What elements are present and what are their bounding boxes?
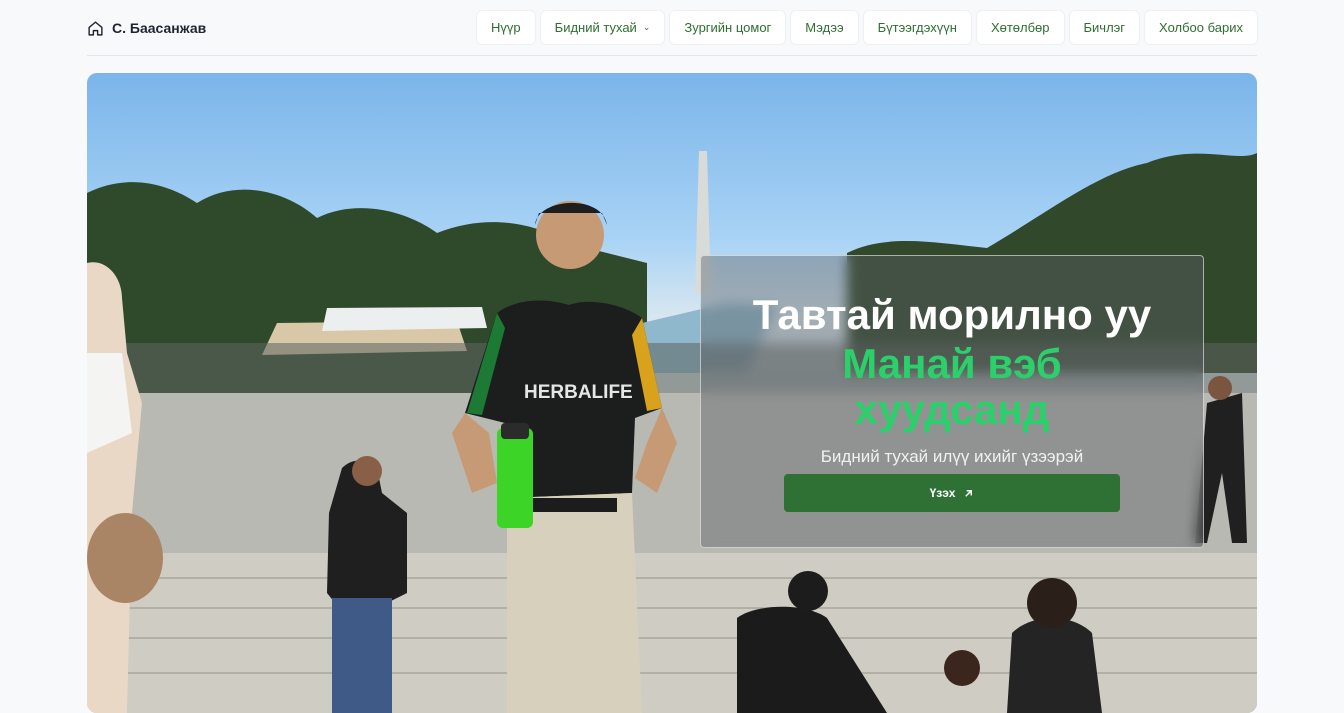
nav-item-home[interactable]: Нүүр [477,11,535,44]
nav-item-contact[interactable]: Холбоо барих [1145,11,1257,44]
shirt-print: HERBALIFE [524,382,633,403]
nav-label: Бидний тухай [555,20,637,35]
nav-item-about[interactable]: Бидний тухай ⌄ [541,11,665,44]
handbag [87,513,163,603]
welcome-title: Тавтай морилно уу [701,291,1203,339]
nav-item-program[interactable]: Хөтөлбөр [977,11,1064,44]
welcome-subtitle: Бидний тухай илүү ихийг үзээрэй [701,447,1203,467]
brand-name: С. Баасанжав [112,20,206,36]
nav-item-gallery[interactable]: Зургийн цомог [670,11,785,44]
seated-person-head [788,571,828,611]
nav-item-products[interactable]: Бүтээгдэхүүн [864,11,971,44]
man-head [352,456,382,486]
nav-label: Бичлэг [1084,20,1126,35]
arrow-up-right-icon [963,488,974,499]
site-header: С. Баасанжав Нүүр Бидний тухай ⌄ Зургийн … [87,0,1257,56]
nav-label: Мэдээ [805,20,843,35]
home-icon [87,20,104,37]
nav-label: Зургийн цомог [684,20,771,35]
hero-banner: HERBALIFE Тавтай морилно уу Манай вэб ху… [87,73,1257,713]
water-bottle [497,428,533,528]
child-head [944,650,980,686]
bottle-cap [501,423,529,439]
welcome-card: Тавтай морилно уу Манай вэб хуудсанд Бид… [700,255,1204,548]
person-right-head [1208,376,1232,400]
tent [322,307,487,331]
nav-label: Бүтээгдэхүүн [878,20,957,35]
man-jeans [332,598,392,713]
seated-woman [1007,618,1102,713]
nav-label: Холбоо барих [1159,20,1243,35]
main-nav: Нүүр Бидний тухай ⌄ Зургийн цомог Мэдээ Б… [477,11,1257,44]
nav-item-news[interactable]: Мэдээ [791,11,857,44]
chevron-down-icon: ⌄ [643,22,651,33]
seated-woman-head [1027,578,1077,628]
nav-item-videos[interactable]: Бичлэг [1070,11,1140,44]
brand-link[interactable]: С. Баасанжав [87,17,206,39]
nav-label: Нүүр [491,20,521,35]
welcome-accent: Манай вэб хуудсанд [792,341,1112,433]
view-button-label: Үзэх [930,486,956,500]
view-button[interactable]: Үзэх [784,474,1120,512]
nav-label: Хөтөлбөр [991,20,1050,35]
